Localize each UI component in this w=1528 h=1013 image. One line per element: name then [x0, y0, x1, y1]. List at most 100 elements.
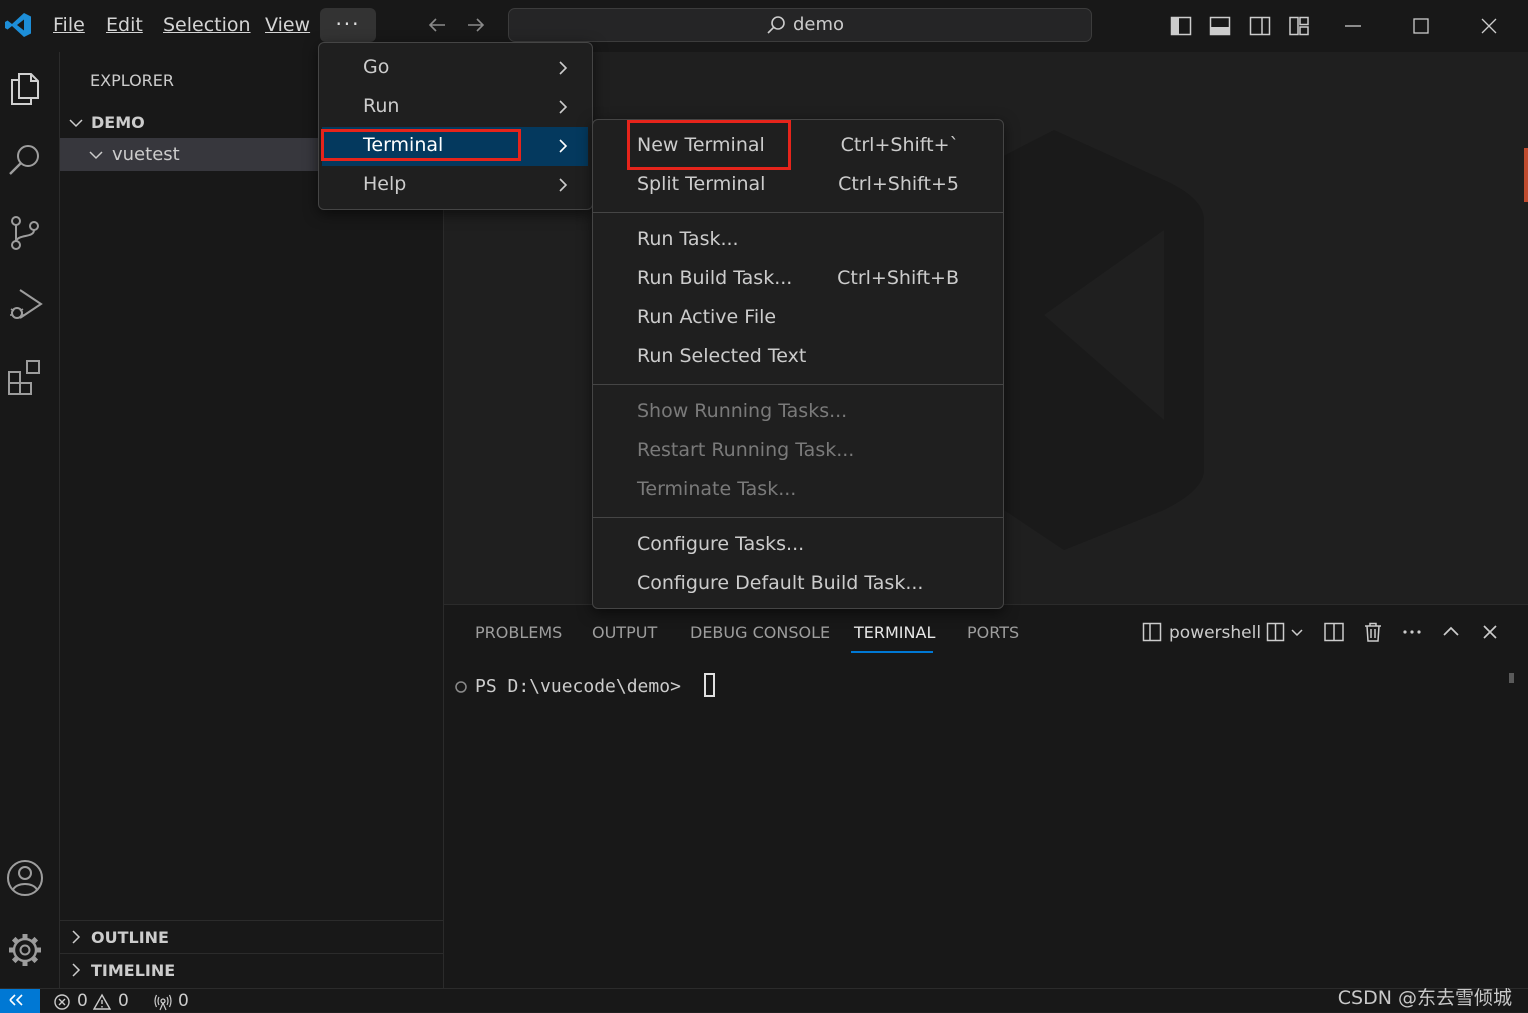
tab-ports[interactable]: PORTS [967, 623, 1019, 642]
menu-item-run[interactable]: Run [319, 88, 592, 127]
problems-status[interactable]: 0 0 [53, 991, 133, 1011]
toggle-panel-icon[interactable] [1208, 14, 1232, 38]
more-menus-button[interactable]: ··· [320, 8, 376, 42]
outline-section[interactable]: OUTLINE [60, 920, 444, 954]
menu-item-shortcut: Ctrl+Shift+5 [838, 173, 959, 195]
forward-arrow-icon[interactable] [465, 14, 487, 36]
menu-item-configure-tasks[interactable]: Configure Tasks... [593, 526, 1003, 565]
menu-selection[interactable]: Selection [163, 14, 251, 36]
active-tab-indicator [851, 651, 933, 653]
chevron-right-icon [72, 930, 81, 944]
vscode-logo-icon [5, 13, 31, 37]
chevron-down-icon [69, 119, 83, 128]
menu-item-run-task[interactable]: Run Task... [593, 221, 1003, 260]
menu-item-shortcut: Ctrl+Shift+` [840, 134, 959, 156]
scroll-marker [1524, 148, 1528, 202]
chevron-right-icon [559, 139, 568, 153]
tab-output[interactable]: OUTPUT [592, 623, 657, 642]
chevron-down-icon[interactable] [1289, 620, 1305, 644]
run-debug-icon[interactable] [5, 284, 45, 324]
menu-edit[interactable]: Edit [106, 14, 143, 36]
folder-label: vuetest [112, 144, 180, 165]
menu-item-label: Restart Running Task... [637, 439, 855, 461]
menu-item-label: Show Running Tasks... [637, 400, 848, 422]
more-actions-icon[interactable] [1400, 620, 1424, 644]
menu-item-label: Terminate Task... [637, 478, 797, 500]
workspace-section-label: DEMO [91, 113, 145, 132]
settings-gear-icon[interactable] [5, 930, 45, 970]
bottom-panel: PROBLEMS OUTPUT DEBUG CONSOLE TERMINAL P… [444, 604, 1528, 988]
menu-item-help[interactable]: Help [319, 166, 592, 205]
close-panel-icon[interactable] [1478, 620, 1502, 644]
warning-count: 0 [118, 991, 129, 1011]
tab-terminal[interactable]: TERMINAL [854, 623, 935, 642]
menu-item-run-active-file[interactable]: Run Active File [593, 299, 1003, 338]
maximize-panel-icon[interactable] [1439, 620, 1463, 644]
error-icon [54, 994, 70, 1010]
terminal-cursor [704, 673, 715, 697]
tab-problems[interactable]: PROBLEMS [475, 623, 562, 642]
status-bar: 0 0 0 CSDN @东去雪倾城 [0, 987, 1528, 1013]
menu-item-terminate-task: Terminate Task... [593, 471, 1003, 510]
menu-item-run-selected-text[interactable]: Run Selected Text [593, 338, 1003, 377]
menu-item-label: Split Terminal [637, 173, 766, 195]
back-arrow-icon[interactable] [426, 14, 448, 36]
csdn-watermark: CSDN @东去雪倾城 [1337, 987, 1512, 1009]
trash-icon[interactable] [1361, 620, 1385, 644]
menu-item-label: Run Selected Text [637, 345, 807, 367]
broadcast-icon [154, 994, 172, 1011]
workspace-name: demo [793, 14, 845, 35]
menu-item-run-build-task[interactable]: Run Build Task... Ctrl+Shift+B [593, 260, 1003, 299]
warning-icon [93, 993, 111, 1010]
chevron-down-icon [89, 151, 103, 160]
menu-item-label: Configure Tasks... [637, 533, 805, 555]
toggle-primary-sidebar-icon[interactable] [1169, 14, 1193, 38]
vscode-watermark-icon [1004, 130, 1204, 550]
customize-layout-icon[interactable] [1287, 14, 1311, 38]
terminal-highlight-box [321, 129, 521, 161]
chevron-right-icon [559, 100, 568, 114]
remote-indicator[interactable] [0, 989, 40, 1013]
activity-bar [0, 52, 60, 988]
toggle-secondary-sidebar-icon[interactable] [1248, 14, 1272, 38]
command-decoration-icon [455, 681, 467, 693]
source-control-icon[interactable] [5, 212, 45, 252]
menu-item-label: Help [363, 173, 407, 195]
tab-debug-console[interactable]: DEBUG CONSOLE [690, 623, 830, 642]
account-icon[interactable] [5, 858, 45, 898]
menu-item-label: Run Active File [637, 306, 777, 328]
search-icon[interactable] [5, 140, 45, 180]
timeline-section[interactable]: TIMELINE [60, 953, 444, 989]
maximize-icon[interactable] [1409, 14, 1433, 38]
menu-item-split-terminal[interactable]: Split Terminal Ctrl+Shift+5 [593, 166, 1003, 205]
close-window-icon[interactable] [1477, 14, 1501, 38]
menu-item-label: Run Task... [637, 228, 739, 250]
menu-separator [593, 384, 1003, 385]
outline-label: OUTLINE [91, 928, 169, 947]
chevron-right-icon [72, 963, 81, 977]
menu-item-show-running-tasks: Show Running Tasks... [593, 393, 1003, 432]
extensions-icon[interactable] [5, 356, 45, 396]
files-icon[interactable] [5, 68, 45, 108]
new-terminal-highlight-box [627, 120, 791, 170]
ports-status[interactable]: 0 [154, 991, 194, 1011]
menu-view[interactable]: View [265, 14, 310, 36]
menu-file[interactable]: File [53, 14, 85, 36]
terminal-profile-label: powershell [1169, 623, 1262, 643]
search-icon [767, 16, 785, 34]
error-count: 0 [77, 991, 88, 1011]
minimize-icon[interactable] [1341, 14, 1365, 38]
title-bar: File Edit Selection View ··· demo [0, 0, 1528, 52]
command-center-search[interactable]: demo [508, 8, 1092, 42]
terminal-scrollbar[interactable] [1509, 673, 1514, 683]
split-terminal-dropdown-icon[interactable] [1265, 620, 1289, 644]
terminal-submenu: New Terminal Ctrl+Shift+` Split Terminal… [592, 119, 1004, 609]
menu-item-configure-default-build-task[interactable]: Configure Default Build Task... [593, 565, 1003, 604]
menu-item-go[interactable]: Go [319, 49, 592, 88]
split-terminal-icon[interactable] [1322, 620, 1346, 644]
remote-icon [9, 994, 23, 1006]
menu-item-shortcut: Ctrl+Shift+B [837, 267, 959, 289]
menu-item-label: Run Build Task... [637, 267, 793, 289]
menu-item-label: Configure Default Build Task... [637, 572, 924, 594]
menu-separator [593, 517, 1003, 518]
